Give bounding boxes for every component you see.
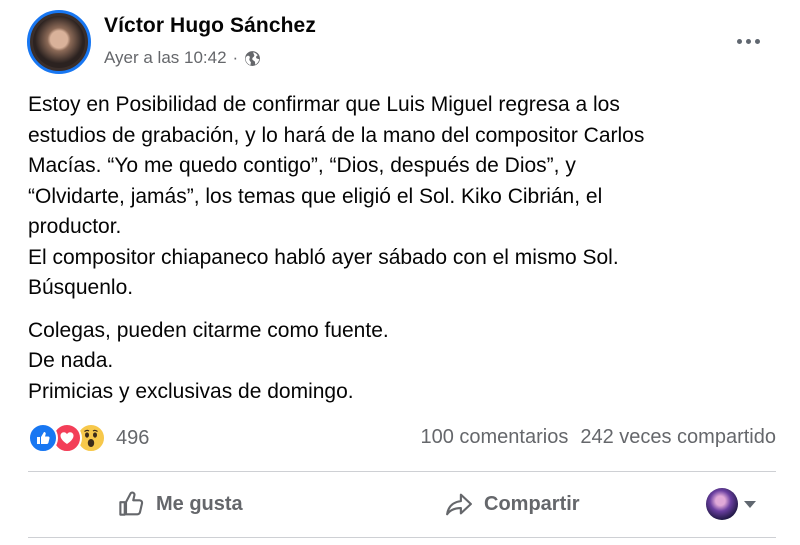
post-paragraph: Estoy en Posibilidad de confirmar que Lu… [28,90,788,304]
reactions-summary[interactable]: 496 [28,423,149,453]
share-button[interactable]: Compartir [444,480,580,528]
engagement-counts: 100 comentarios 242 veces compartido [420,426,776,449]
post-body: Estoy en Posibilidad de confirmar que Lu… [28,90,788,407]
post-text-line: estudios de grabación, y lo hará de la m… [28,123,645,147]
post-text-line: “Olvidarte, jamás”, los temas que eligió… [28,184,603,208]
share-button-label: Compartir [484,492,580,515]
author-avatar[interactable] [27,10,91,74]
divider [28,537,776,538]
globe-icon[interactable] [244,50,261,67]
post-text-line: Macías. “Yo me quedo contigo”, “Dios, de… [28,154,576,177]
shares-count-link[interactable]: 242 veces compartido [580,426,776,449]
share-arrow-icon [446,493,472,516]
meta-separator: · [232,48,239,67]
thumbs-up-icon [119,491,144,516]
more-options-icon[interactable] [730,30,766,52]
post-text-line: Primicias y exclusivas de domingo. [28,379,354,403]
user-avatar [706,488,738,520]
facebook-post: Víctor Hugo Sánchez Ayer a las 10:42 · E… [0,0,800,545]
post-text-line: Colegas, pueden citarme como fuente. [28,318,389,342]
post-text-line: productor. [28,215,122,238]
post-timestamp[interactable]: Ayer a las 10:42 [104,48,227,68]
like-reaction-icon [28,423,58,453]
reaction-identity-selector[interactable] [706,486,756,522]
divider [28,471,776,472]
post-meta: Ayer a las 10:42 · [104,48,261,68]
post-text-line: Búsquenlo. [28,276,134,299]
post-text-line: De nada. [28,349,114,372]
post-paragraph: Colegas, pueden citarme como fuente. De … [28,316,788,408]
post-text-line: Estoy en Posibilidad de confirmar que Lu… [28,93,620,116]
author-name[interactable]: Víctor Hugo Sánchez [104,14,316,38]
like-button[interactable]: Me gusta [116,480,243,528]
author-avatar-image [33,16,85,68]
comments-count-link[interactable]: 100 comentarios [420,426,568,449]
like-button-label: Me gusta [156,492,243,515]
chevron-down-icon [744,500,756,508]
post-text-line: El compositor chiapaneco habló ayer sába… [28,245,619,269]
reaction-count: 496 [116,426,150,449]
